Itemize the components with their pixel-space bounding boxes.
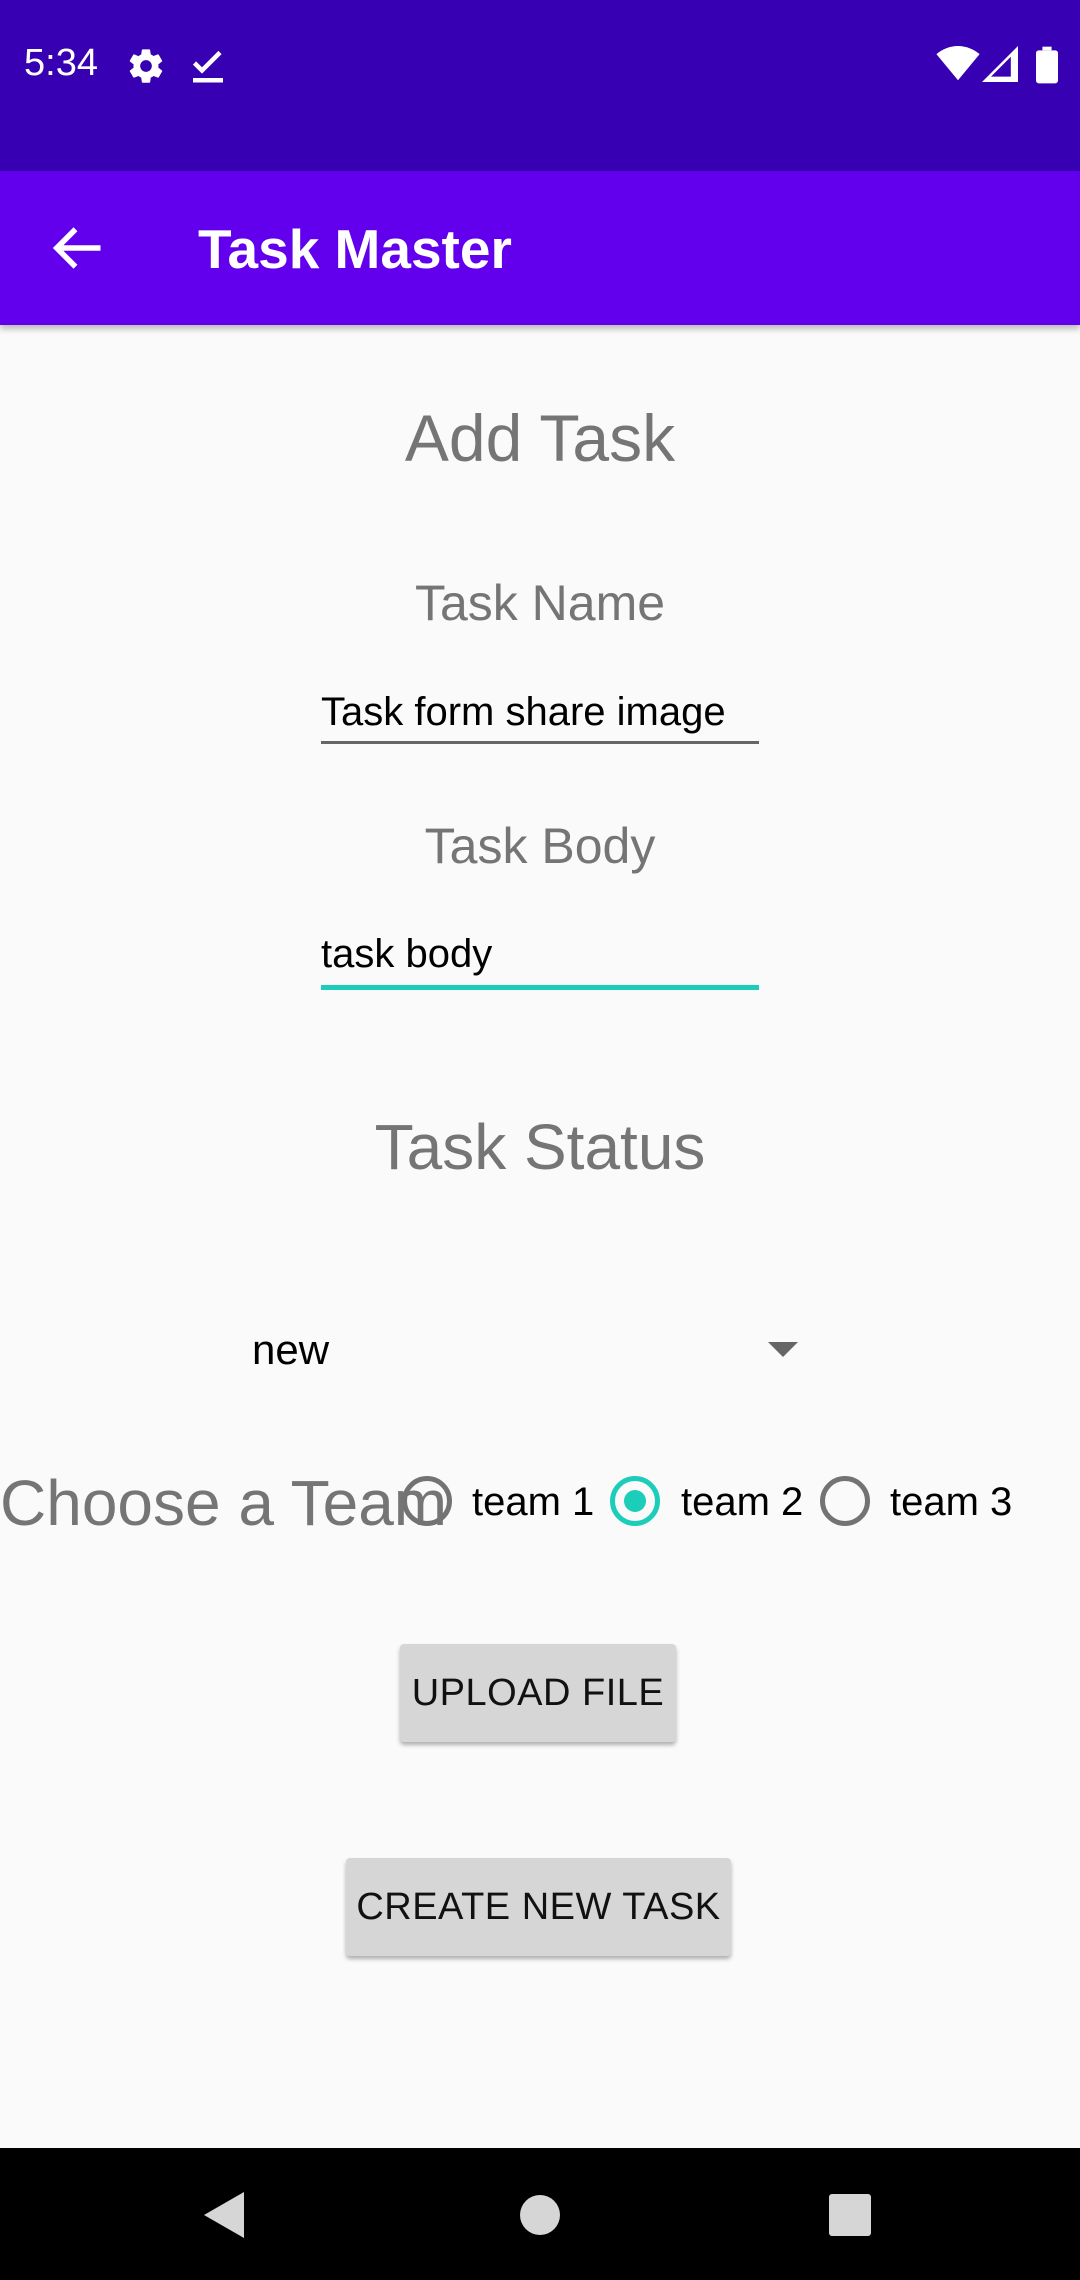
recents-square-icon[interactable] (829, 2194, 871, 2241)
gear-icon (126, 46, 166, 91)
dropdown-arrow-icon (768, 1342, 798, 1357)
check-download-icon (190, 46, 226, 91)
radio-team-2[interactable] (610, 1476, 660, 1526)
arrow-left-icon[interactable] (48, 218, 108, 278)
task-body-input[interactable]: task body (321, 932, 759, 992)
upload-file-button[interactable]: UPLOAD FILE (400, 1644, 676, 1742)
radio-team-1[interactable] (402, 1476, 452, 1526)
radio-team-3-label[interactable]: team 3 (890, 1480, 1012, 1525)
task-body-value: task body (321, 932, 493, 976)
battery-icon (1036, 46, 1058, 89)
radio-team-1-label[interactable]: team 1 (472, 1480, 594, 1525)
status-dropdown-value: new (252, 1326, 330, 1373)
app-bar: Task Master (0, 171, 1080, 325)
home-circle-icon[interactable] (519, 2194, 561, 2241)
radio-team-2-label[interactable]: team 2 (681, 1480, 803, 1525)
task-name-underline (321, 741, 759, 744)
task-body-underline (321, 985, 759, 990)
back-triangle-icon[interactable] (204, 2192, 246, 2243)
task-name-input[interactable]: Task form share image (321, 690, 759, 746)
status-bar: 5:34 (0, 0, 1080, 171)
wifi-icon (936, 46, 980, 87)
task-body-label: Task Body (424, 818, 656, 874)
task-name-value: Task form share image (321, 690, 726, 734)
choose-team-label: Choose a Team (0, 1467, 448, 1539)
status-dropdown[interactable]: new (250, 1320, 810, 1380)
radio-team-3[interactable] (820, 1476, 870, 1526)
navigation-bar (0, 2148, 1080, 2280)
task-status-label: Task Status (374, 1111, 706, 1183)
status-time: 5:34 (24, 42, 98, 84)
radio-dot (624, 1490, 646, 1512)
signal-icon (982, 46, 1018, 87)
page-title: Add Task (404, 401, 676, 475)
task-name-label: Task Name (414, 575, 666, 631)
create-new-task-button[interactable]: CREATE NEW TASK (346, 1858, 731, 1956)
app-title: Task Master (198, 218, 512, 280)
